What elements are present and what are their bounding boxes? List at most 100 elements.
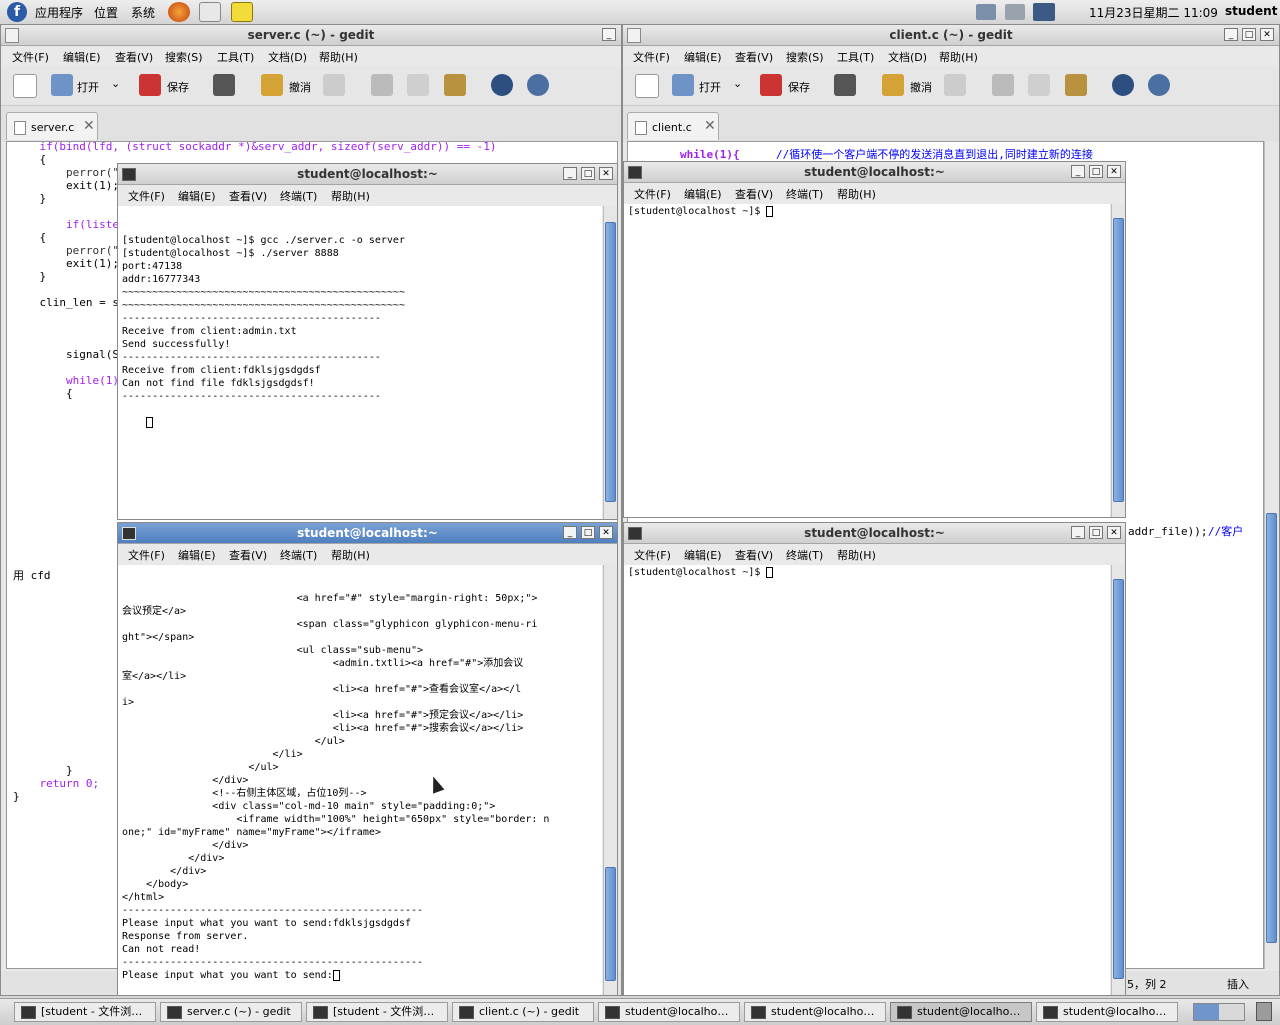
menu-edit[interactable]: 编辑(E) [684, 547, 722, 563]
menu-file[interactable]: 文件(F) [128, 547, 165, 563]
maximize-button[interactable]: □ [581, 526, 595, 539]
menu-terminal[interactable]: 终端(T) [280, 188, 317, 204]
taskbar-item[interactable]: student@localho… [1036, 1002, 1178, 1022]
minimize-button[interactable]: _ [563, 526, 577, 539]
cut-icon[interactable] [371, 74, 393, 96]
display-icon[interactable] [1033, 3, 1055, 21]
menu-edit[interactable]: 编辑(E) [684, 186, 722, 202]
taskbar-item[interactable]: [student - 文件浏… [306, 1002, 448, 1022]
scrollbar-thumb[interactable] [605, 867, 616, 981]
menu-edit[interactable]: 编辑(E) [178, 547, 216, 563]
tab-server-c[interactable]: server.c ✕ [6, 112, 98, 140]
terminal-output[interactable]: [student@localhost ~]$ [624, 204, 1110, 517]
print-icon[interactable] [213, 74, 235, 96]
scrollbar-thumb[interactable] [1113, 579, 1124, 979]
menu-view[interactable]: 查看(V) [115, 49, 153, 65]
close-tab-icon[interactable]: ✕ [704, 118, 716, 134]
scrollbar-thumb[interactable] [605, 222, 616, 502]
new-document-icon[interactable] [13, 74, 37, 98]
copy-icon[interactable] [1028, 74, 1050, 96]
minimize-button[interactable]: _ [563, 167, 577, 180]
close-button[interactable]: ✕ [1260, 28, 1274, 41]
taskbar-item[interactable]: student@localho… [598, 1002, 740, 1022]
menu-file[interactable]: 文件(F) [634, 186, 671, 202]
open-button[interactable]: 打开 [699, 79, 721, 95]
titlebar[interactable]: student@localhost:~ _ □ ✕ [624, 523, 1125, 544]
menu-system[interactable]: 系统 [131, 4, 155, 21]
undo-icon[interactable] [261, 74, 283, 96]
maximize-button[interactable]: □ [1242, 28, 1256, 41]
titlebar[interactable]: client.c (~) - gedit _ □ ✕ [623, 25, 1279, 46]
maximize-button[interactable]: □ [1089, 165, 1103, 178]
undo-button[interactable]: 撤消 [910, 79, 932, 95]
close-tab-icon[interactable]: ✕ [83, 118, 95, 134]
close-button[interactable]: ✕ [1107, 165, 1121, 178]
terminal-scrollbar[interactable] [603, 565, 617, 995]
open-dropdown-chevron-icon[interactable]: ⌄ [111, 77, 120, 90]
taskbar-item[interactable]: [student - 文件浏… [14, 1002, 156, 1022]
find-replace-icon[interactable] [527, 74, 549, 96]
network-icon[interactable] [976, 4, 996, 20]
paste-icon[interactable] [444, 74, 466, 96]
terminal-output[interactable]: <a href="#" style="margin-right: 50px;">… [118, 565, 602, 995]
user-name[interactable]: student [1225, 4, 1277, 18]
open-button[interactable]: 打开 [77, 79, 99, 95]
save-icon[interactable] [139, 74, 161, 96]
minimize-button[interactable]: _ [1071, 165, 1085, 178]
menu-view[interactable]: 查看(V) [229, 547, 267, 563]
terminal-output[interactable]: [student@localhost ~]$ [624, 565, 1110, 995]
menu-documents[interactable]: 文档(D) [888, 49, 927, 65]
menu-file[interactable]: 文件(F) [12, 49, 49, 65]
menu-view[interactable]: 查看(V) [735, 186, 773, 202]
menu-search[interactable]: 搜索(S) [786, 49, 824, 65]
print-icon[interactable] [834, 74, 856, 96]
find-replace-icon[interactable] [1148, 74, 1170, 96]
menu-help[interactable]: 帮助(H) [319, 49, 358, 65]
close-button[interactable]: ✕ [1107, 526, 1121, 539]
terminal-scrollbar[interactable] [1111, 565, 1125, 995]
undo-button[interactable]: 撤消 [289, 79, 311, 95]
taskbar-item[interactable]: server.c (~) - gedit [160, 1002, 302, 1022]
redo-icon[interactable] [944, 74, 966, 96]
menu-help[interactable]: 帮助(H) [837, 547, 876, 563]
undo-icon[interactable] [882, 74, 904, 96]
find-icon[interactable] [1112, 74, 1134, 96]
taskbar-item[interactable]: client.c (~) - gedit [452, 1002, 594, 1022]
menu-applications[interactable]: 应用程序 [35, 4, 83, 21]
titlebar[interactable]: student@localhost:~ _ □ ✕ [624, 162, 1125, 183]
maximize-button[interactable]: □ [581, 167, 595, 180]
menu-tools[interactable]: 工具(T) [217, 49, 254, 65]
menu-documents[interactable]: 文档(D) [268, 49, 307, 65]
editor-scrollbar[interactable] [1264, 141, 1278, 969]
menu-file[interactable]: 文件(F) [634, 547, 671, 563]
menu-help[interactable]: 帮助(H) [331, 547, 370, 563]
titlebar[interactable]: student@localhost:~ _ □ ✕ [118, 523, 617, 544]
taskbar-item[interactable]: student@localho… [744, 1002, 886, 1022]
menu-places[interactable]: 位置 [94, 4, 118, 21]
open-dropdown-chevron-icon[interactable]: ⌄ [733, 77, 742, 90]
workspace-switcher-icon[interactable] [1193, 1003, 1245, 1021]
terminal-scrollbar[interactable] [1111, 204, 1125, 517]
open-folder-icon[interactable] [672, 74, 694, 96]
menu-view[interactable]: 查看(V) [735, 49, 773, 65]
scrollbar-thumb[interactable] [1266, 513, 1277, 943]
terminal-output[interactable]: [student@localhost ~]$ gcc ./server.c -o… [118, 206, 602, 519]
terminal-scrollbar[interactable] [603, 206, 617, 519]
save-button[interactable]: 保存 [167, 79, 189, 95]
close-button[interactable]: ✕ [599, 167, 613, 180]
titlebar[interactable]: server.c (~) - gedit _ [1, 25, 621, 46]
menu-help[interactable]: 帮助(H) [939, 49, 978, 65]
minimize-button[interactable]: _ [602, 28, 616, 41]
tab-client-c[interactable]: client.c ✕ [627, 112, 719, 140]
new-document-icon[interactable] [635, 74, 659, 98]
menu-view[interactable]: 查看(V) [229, 188, 267, 204]
open-folder-icon[interactable] [51, 74, 73, 96]
menu-terminal[interactable]: 终端(T) [786, 547, 823, 563]
copy-icon[interactable] [407, 74, 429, 96]
find-icon[interactable] [491, 74, 513, 96]
menu-file[interactable]: 文件(F) [128, 188, 165, 204]
maximize-button[interactable]: □ [1089, 526, 1103, 539]
menu-terminal[interactable]: 终端(T) [786, 186, 823, 202]
paste-icon[interactable] [1065, 74, 1087, 96]
minimize-button[interactable]: _ [1224, 28, 1238, 41]
